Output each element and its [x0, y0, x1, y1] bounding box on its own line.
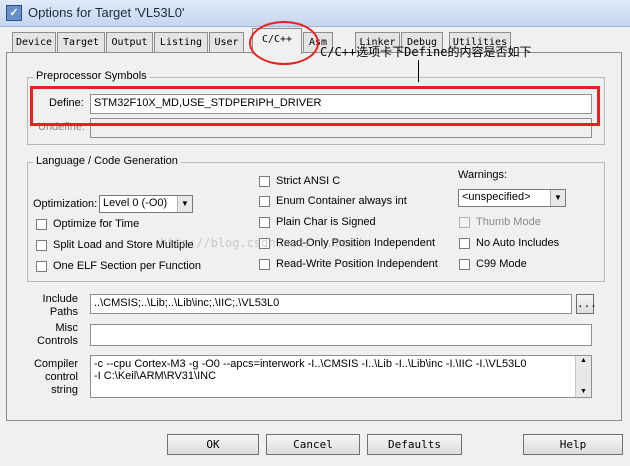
optimize-time-checkbox[interactable] [36, 219, 47, 230]
thumb-mode-label: Thumb Mode [476, 216, 541, 228]
title-bar: ✓ Options for Target 'VL53L0' [0, 0, 630, 27]
compiler-line-2: -I C:\Keil\ARM\RV31\INC [94, 370, 217, 382]
rw-position-label: Read-Write Position Independent [276, 258, 438, 270]
app-window-icon: ✓ [6, 5, 22, 21]
compiler-control-textarea[interactable]: -c --cpu Cortex-M3 -g -O0 --apcs=interwo… [90, 355, 592, 398]
defaults-button[interactable]: Defaults [367, 434, 462, 455]
compiler-scrollbar[interactable]: ▲ ▼ [575, 356, 591, 397]
window-title: Options for Target 'VL53L0' [28, 5, 185, 20]
warnings-select[interactable]: <unspecified> ▼ [458, 189, 566, 207]
chevron-down-icon: ▼ [550, 190, 565, 206]
tab-device[interactable]: Device [12, 32, 56, 52]
plain-char-label: Plain Char is Signed [276, 216, 376, 228]
help-button[interactable]: Help [523, 434, 623, 455]
optimization-select[interactable]: Level 0 (-O0) ▼ [99, 195, 193, 213]
tab-output[interactable]: Output [106, 32, 153, 52]
optimization-value: Level 0 (-O0) [103, 197, 168, 209]
annotation-text: C/C++选项卡下Define的内容是否如下 [320, 45, 532, 59]
chevron-down-icon: ▼ [177, 196, 192, 212]
cancel-button[interactable]: Cancel [266, 434, 360, 455]
preprocessor-legend: Preprocessor Symbols [33, 70, 150, 82]
tab-target[interactable]: Target [57, 32, 105, 52]
annotation-ellipse [249, 21, 319, 65]
include-paths-label: Include Paths [42, 293, 78, 318]
optimize-time-label: Optimize for Time [53, 218, 140, 230]
optimization-label: Optimization: [33, 198, 98, 210]
watermark-text: http://blog.csdn.net/...tcsdn [160, 236, 370, 250]
strict-ansi-checkbox[interactable] [259, 176, 270, 187]
one-elf-checkbox[interactable] [36, 261, 47, 272]
misc-controls-input[interactable] [90, 324, 592, 346]
enum-container-label: Enum Container always int [276, 195, 407, 207]
warnings-value: <unspecified> [462, 191, 531, 203]
scroll-up-icon[interactable]: ▲ [576, 356, 591, 366]
ok-button[interactable]: OK [167, 434, 259, 455]
one-elf-label: One ELF Section per Function [53, 260, 201, 272]
thumb-mode-checkbox[interactable] [459, 217, 470, 228]
enum-container-checkbox[interactable] [259, 196, 270, 207]
annotation-rectangle [30, 86, 600, 126]
no-auto-includes-label: No Auto Includes [476, 237, 560, 249]
warnings-label: Warnings: [458, 169, 508, 181]
annotation-pointer [418, 60, 419, 82]
language-legend: Language / Code Generation [33, 155, 181, 167]
scroll-down-icon[interactable]: ▼ [576, 387, 591, 397]
compiler-line-1: -c --cpu Cortex-M3 -g -O0 --apcs=interwo… [94, 358, 527, 370]
strict-ansi-label: Strict ANSI C [276, 175, 341, 187]
c99-mode-checkbox[interactable] [459, 259, 470, 270]
split-load-checkbox[interactable] [36, 240, 47, 251]
plain-char-checkbox[interactable] [259, 217, 270, 228]
tab-listing[interactable]: Listing [154, 32, 208, 52]
browse-include-button[interactable]: ... [576, 294, 597, 314]
tab-user[interactable]: User [209, 32, 244, 52]
compiler-control-label: Compiler control string [33, 358, 78, 396]
rw-position-checkbox[interactable] [259, 259, 270, 270]
misc-controls-label: Misc Controls [37, 322, 78, 347]
no-auto-includes-checkbox[interactable] [459, 238, 470, 249]
c99-mode-label: C99 Mode [476, 258, 527, 270]
include-paths-input[interactable]: ..\CMSIS;..\Lib;..\Lib\inc;.\IIC;.\VL53L… [90, 294, 572, 314]
